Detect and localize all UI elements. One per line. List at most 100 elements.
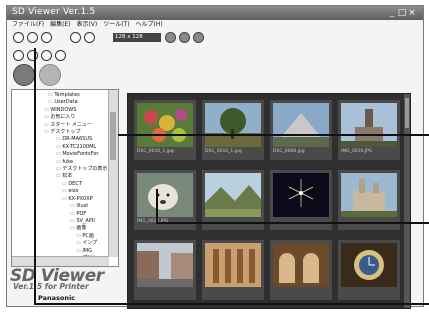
callout-line [34, 303, 429, 305]
print-settings-button[interactable] [39, 64, 61, 86]
tree-item-label: DECT [68, 180, 82, 187]
view-button[interactable] [70, 32, 81, 43]
view-grid-icon[interactable] [179, 32, 190, 43]
gallery-scrollbar[interactable] [404, 94, 410, 308]
tree-item-label: DR-MA6SUS [62, 136, 93, 143]
thumbnail-size-select[interactable]: 128 x 128 [113, 33, 161, 42]
window-title: SD Viewer Ver.1.5 [12, 7, 96, 17]
scrollbar-thumb[interactable] [405, 98, 409, 128]
tree-item[interactable]: ▭ 画像 [14, 225, 108, 232]
forward-button[interactable] [27, 50, 38, 61]
tree-item[interactable]: ▭ KX-PX0XP [14, 196, 108, 203]
clock-photo [341, 243, 397, 287]
valley-photo [205, 173, 261, 217]
tree-item[interactable]: ▭ DR-MA6SUS [14, 136, 108, 143]
thumbnail-item[interactable]: IMG_0020.JPG [134, 170, 196, 230]
thumbnail-item[interactable] [338, 240, 400, 300]
app-window: SD Viewer Ver.1.5 _ □ × ファイル(F) 編集(E) 表示(V… [6, 5, 424, 309]
menu-file[interactable]: ファイル(F) [12, 21, 44, 28]
help-button[interactable] [84, 32, 95, 43]
up-button[interactable] [41, 50, 52, 61]
toolbar: 128 x 128 [13, 32, 273, 46]
tree-item[interactable]: ▭ PC画 [14, 233, 108, 240]
fireworks-photo [273, 173, 329, 217]
thumbnail-caption: IMG_0010.JPG [341, 149, 373, 154]
tree-item-label: お気に入り [50, 114, 76, 121]
title-bar[interactable]: SD Viewer Ver.1.5 _ □ × [7, 6, 423, 20]
tree-item-label: デスクトップ [50, 129, 81, 136]
building-photo [273, 103, 329, 147]
save-button[interactable] [27, 32, 38, 43]
back-button[interactable] [13, 50, 24, 61]
close-button[interactable]: × [407, 6, 417, 20]
tree-item-label: KX-PX0XP [68, 195, 93, 202]
cathedral-photo [205, 243, 261, 287]
thumbnail-item[interactable] [202, 170, 264, 230]
thumbnail-caption: DSC_0010_1.jpg [205, 149, 242, 154]
tree-item[interactable]: ▭ KX-TC2100ML [14, 144, 108, 151]
thumbnail-item[interactable] [270, 240, 332, 300]
tree-item[interactable]: ▭ デスクトップ [14, 129, 108, 136]
tree-item-label: eizo [68, 188, 79, 195]
callout-line [156, 189, 158, 223]
maximize-button[interactable]: □ [397, 6, 407, 20]
tree-item-label: UserData [54, 99, 78, 106]
tree-vertical-scrollbar[interactable] [108, 90, 118, 257]
tree-item[interactable]: ▭ UserData [14, 99, 108, 106]
menu-edit[interactable]: 編集(E) [50, 21, 70, 28]
thumbnail-item[interactable]: IMG_0010.JPG [338, 100, 400, 160]
tree-item-label: 画像 [76, 225, 87, 232]
view-list-icon[interactable] [193, 32, 204, 43]
menu-tools[interactable]: ツール(T) [103, 21, 129, 28]
dog-photo [137, 173, 193, 217]
scrollbar-thumb[interactable] [110, 112, 116, 160]
tree-item[interactable]: ▭ eizo [14, 188, 108, 195]
menu-bar: ファイル(F) 編集(E) 表示(V) ツール(T) ヘルプ(H) [7, 20, 423, 30]
window-controls: _ □ × [387, 6, 417, 20]
brand-name: Panasonic [38, 294, 76, 302]
product-logo: SD Viewer Ver.1.5 for Printer Panasonic [10, 266, 120, 302]
tree-horizontal-scrollbar[interactable] [12, 256, 109, 266]
tree-item[interactable]: ▭ スタート メニュー [14, 122, 108, 129]
street-photo [137, 243, 193, 287]
menu-view[interactable]: 表示(V) [76, 21, 97, 28]
callout-line [156, 222, 429, 224]
refresh-button[interactable] [55, 50, 66, 61]
tree-item-label: fuke [62, 158, 74, 165]
print-button[interactable] [13, 64, 35, 86]
thumbnail-item[interactable]: DSC_0008.jpg [270, 100, 332, 160]
thumbnail-gallery: DSC_0010_1.jpg DSC_0010_1.jpg DSC_0008.jpg… [127, 93, 411, 309]
tree-photo [205, 103, 261, 147]
thumbnail-item[interactable]: DSC_0010_1.jpg [202, 100, 264, 160]
thumbnail-item[interactable] [134, 240, 196, 300]
tree-item[interactable]: ▭ fuke [14, 159, 108, 166]
tree-item[interactable]: ▭ IMG [14, 248, 108, 255]
thumbnail-item[interactable]: DSC_0010_1.jpg [134, 100, 196, 160]
tree-item-label: IMG [82, 247, 92, 254]
tree-item[interactable]: ▭ DECT [14, 181, 108, 188]
callout-line [118, 134, 429, 136]
tree-item[interactable]: ▭ SV_APII [14, 218, 108, 225]
tree-item[interactable]: ▭ インプ [14, 240, 108, 247]
copy-button[interactable] [41, 32, 52, 43]
thumbnail-item[interactable] [338, 170, 400, 230]
folder-tree: ▭ Templates ▭ UserData ▭ WINDOWS ▭ お気に入り ▭ ス… [14, 92, 108, 256]
tree-item-label: スタート メニュー [50, 121, 92, 128]
callout-line [34, 48, 36, 304]
menu-help[interactable]: ヘルプ(H) [135, 21, 162, 28]
flowers-photo [137, 103, 193, 147]
minimize-button[interactable]: _ [387, 6, 397, 20]
thumbnail-caption: DSC_0010_1.jpg [137, 149, 174, 154]
tree-item[interactable]: ▭ Templates [14, 92, 108, 99]
thumbnail-item[interactable] [270, 170, 332, 230]
tree-item-label: 松本 [62, 173, 73, 180]
tree-item[interactable]: ▭ PDF [14, 211, 108, 218]
open-button[interactable] [13, 32, 24, 43]
tree-item[interactable]: ▭ illust [14, 203, 108, 210]
thumbnail-item[interactable] [202, 240, 264, 300]
tree-item[interactable]: ▭ MovieFontsFor [14, 151, 108, 158]
tree-item[interactable]: ▭ お気に入り [14, 114, 108, 121]
tree-item-label: インプ [82, 240, 98, 247]
view-large-icon[interactable] [165, 32, 176, 43]
tree-item[interactable]: ▭ 松本 [14, 173, 108, 180]
